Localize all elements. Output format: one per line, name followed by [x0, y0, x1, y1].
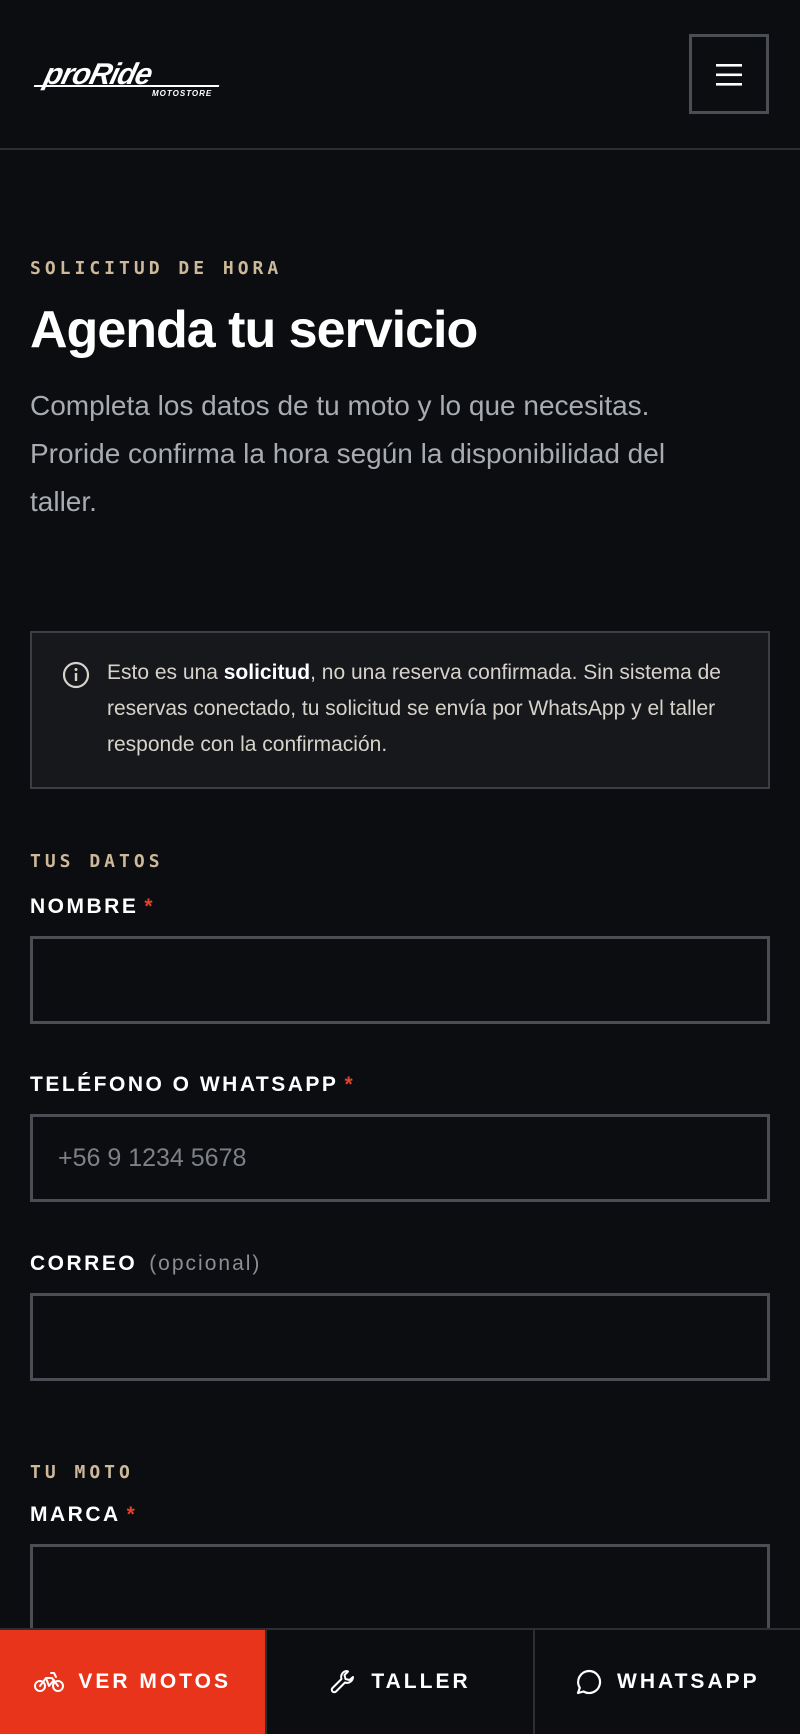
info-icon [62, 661, 90, 689]
notice-text-start: Esto es una [107, 661, 224, 684]
taller-button[interactable]: TALLER [267, 1630, 535, 1734]
marca-input[interactable] [30, 1544, 770, 1632]
page: proRide MOTOSTORE SOLICITUD DE HORA Agen… [0, 0, 800, 1734]
correo-label-text: CORREO [30, 1252, 138, 1275]
nombre-label: NOMBRE * [30, 895, 155, 919]
logo-subtitle: MOTOSTORE [152, 89, 212, 98]
telefono-label-text: TELÉFONO O WHATSAPP [30, 1073, 339, 1096]
correo-input[interactable] [30, 1293, 770, 1381]
required-mark: * [144, 895, 156, 918]
proride-logo[interactable]: proRide MOTOSTORE [32, 54, 238, 98]
nombre-label-text: NOMBRE [30, 895, 139, 918]
section-tus-datos: TUS DATOS [30, 851, 164, 872]
hero-eyebrow: SOLICITUD DE HORA [30, 258, 283, 279]
telefono-input[interactable] [30, 1114, 770, 1202]
whatsapp-button[interactable]: WHATSAPP [535, 1630, 800, 1734]
hamburger-icon [716, 64, 742, 86]
info-notice: Esto es una solicitud, no una reserva co… [30, 631, 770, 789]
motorcycle-icon [34, 1672, 65, 1692]
whatsapp-label: WHATSAPP [617, 1670, 760, 1693]
chat-bubble-icon [576, 1669, 602, 1695]
ver-motos-button[interactable]: VER MOTOS [0, 1630, 268, 1734]
hero-description: Completa los datos de tu moto y lo que n… [30, 390, 666, 517]
correo-label: CORREO (opcional) [30, 1252, 261, 1276]
telefono-label: TELÉFONO O WHATSAPP * [30, 1073, 355, 1097]
site-header: proRide MOTOSTORE [0, 0, 800, 150]
bottom-action-bar: VER MOTOS TALLER WHATSAPP [0, 1628, 800, 1734]
optional-tag: (opcional) [149, 1252, 262, 1275]
ver-motos-label: VER MOTOS [78, 1670, 231, 1693]
marca-label: MARCA * [30, 1503, 137, 1527]
section-tu-moto: TU MOTO [30, 1462, 134, 1483]
nombre-input[interactable] [30, 936, 770, 1024]
required-mark: * [126, 1503, 138, 1526]
menu-button[interactable] [689, 34, 769, 114]
wrench-icon [331, 1670, 355, 1694]
notice-emphasis: solicitud [223, 661, 311, 684]
notice-text: Esto es una solicitud, no una reserva co… [107, 655, 747, 763]
required-mark: * [344, 1073, 356, 1096]
taller-label: TALLER [371, 1670, 471, 1693]
marca-label-text: MARCA [30, 1503, 121, 1526]
page-title: Agenda tu servicio [30, 301, 478, 359]
